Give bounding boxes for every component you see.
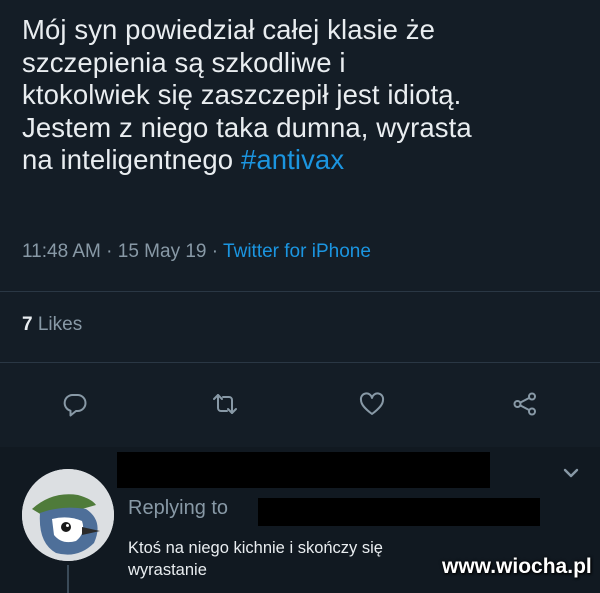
tweet-text-line: szczepienia są szkodliwe i [22, 46, 346, 78]
share-icon [513, 392, 536, 416]
meta-separator: · [106, 241, 113, 262]
watermark: www.wiocha.pl [442, 555, 592, 578]
replying-to-label: Replying to [128, 497, 229, 519]
reply-button[interactable] [55, 384, 95, 424]
meta-separator: · [211, 241, 219, 262]
like-icon [359, 392, 385, 415]
tweet-date: 15 May 19 [117, 241, 207, 262]
retweet-icon [213, 394, 237, 414]
thread-line [67, 565, 69, 593]
bird-avatar-icon [22, 469, 114, 561]
divider [0, 362, 600, 363]
tweet-text-line: Mój syn powiedział całej klasie że [22, 14, 436, 45]
tweet-text-line: ktokolwiek się zaszczepił jest idiotą. [22, 79, 462, 110]
retweet-button[interactable] [205, 384, 245, 424]
tweet-source-link[interactable]: Twitter for iPhone [223, 241, 371, 262]
tweet-text-line-last: na inteligentnego #antivax [22, 144, 582, 177]
tweet-text: Mój syn powiedział całej klasie że szcze… [22, 14, 582, 177]
chevron-down-icon [563, 468, 579, 478]
tweet-text-line: Jestem z niego taka dumna, wyrasta [22, 111, 472, 143]
redacted-username-block [117, 452, 490, 488]
like-button[interactable] [352, 384, 392, 424]
share-button[interactable] [505, 384, 545, 424]
tweet-time: 11:48 AM [22, 241, 101, 262]
more-options-button[interactable] [557, 461, 585, 485]
likes-count[interactable]: 7 Likes [22, 314, 82, 336]
reply-icon [63, 394, 87, 417]
likes-label: Likes [37, 314, 83, 335]
hashtag-link[interactable]: #antivax [241, 144, 344, 175]
tweet-meta: 11:48 AM · 15 May 19 · Twitter for iPhon… [22, 241, 371, 263]
likes-number: 7 [22, 314, 33, 335]
avatar[interactable] [22, 469, 114, 561]
redacted-handle-block [258, 498, 540, 526]
tweet-text-line: na inteligentnego [22, 144, 234, 175]
divider [0, 291, 600, 292]
tweet-actions [0, 384, 600, 424]
